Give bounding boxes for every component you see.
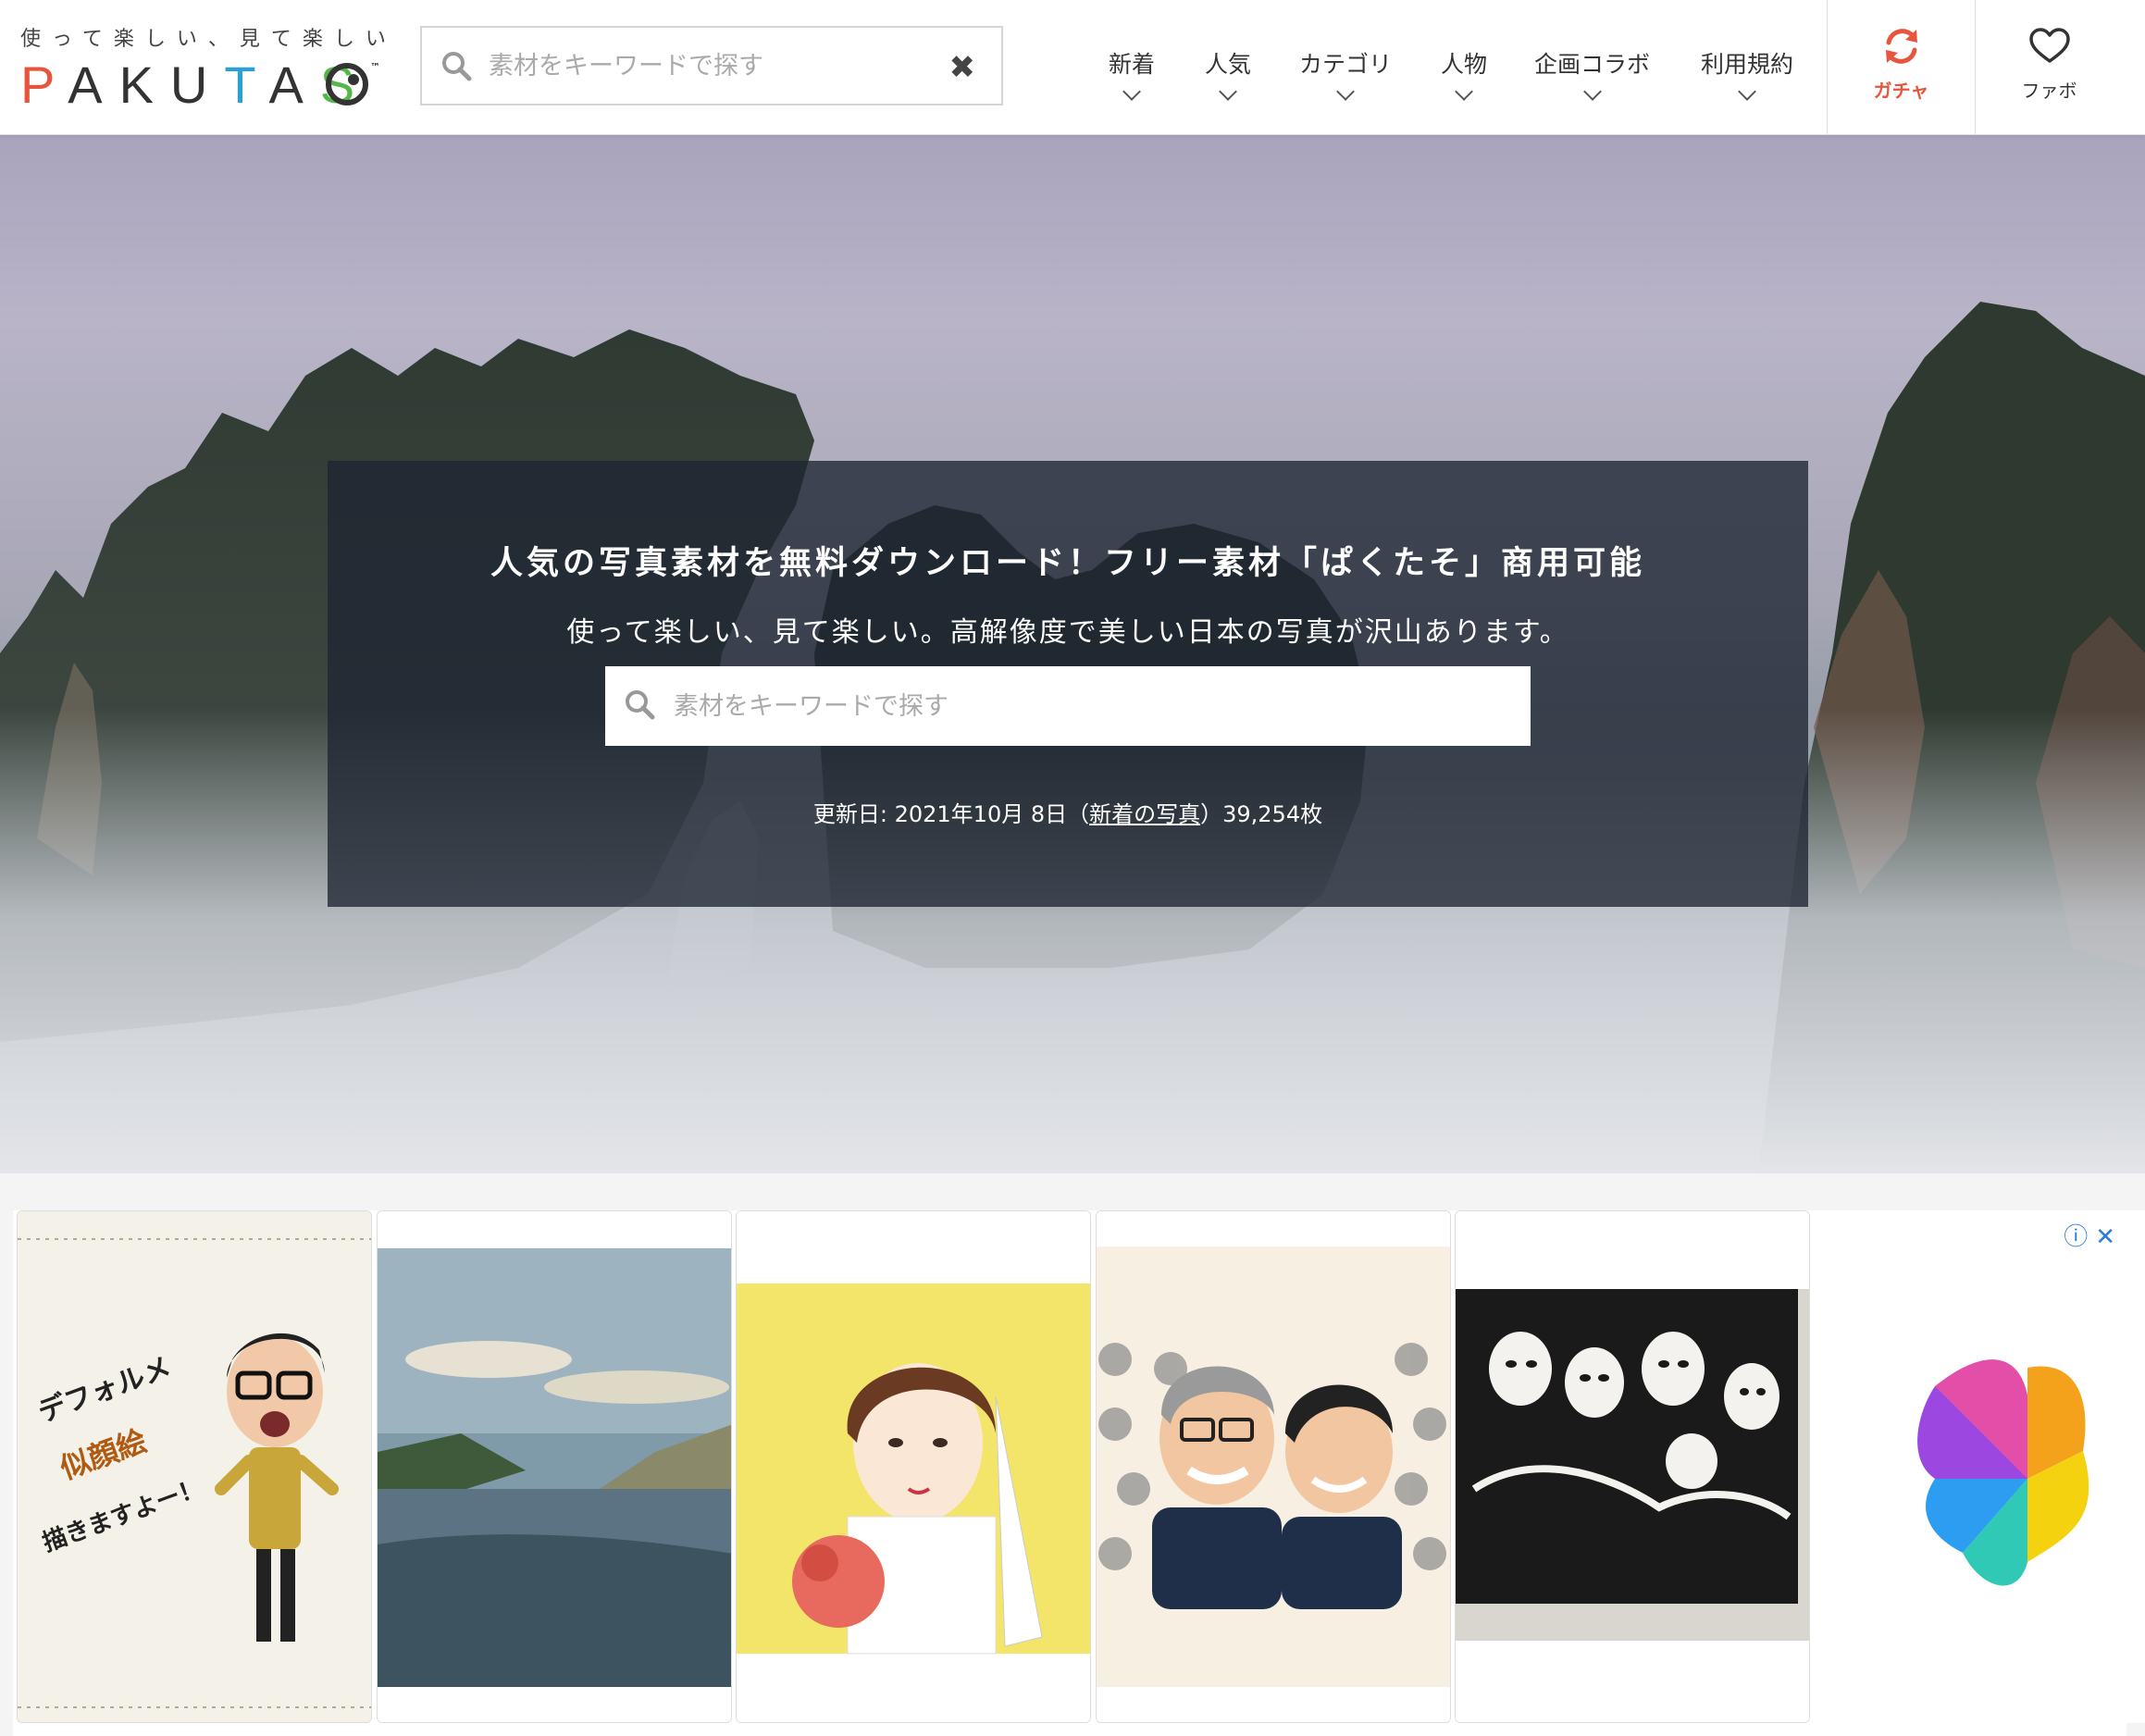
ad-card-couple[interactable] [1096,1210,1451,1723]
ad-info-icon[interactable]: ⓘ [2064,1223,2088,1251]
ad-app-logo [1917,1359,2089,1586]
nav-new[interactable]: 新着 [1109,46,1156,101]
updated-prefix: 更新日: 2021年10月 8日（ [812,801,1090,827]
hero-title: 人気の写真素材を無料ダウンロード！フリー素材「ぱくたそ」商用可能 [490,545,1645,582]
ad-close-icon[interactable]: ✕ [2095,1223,2115,1251]
chevron-down-icon [1122,82,1141,101]
site-logo[interactable]: 使って楽しい、見て楽しい PAKUTAS ™ [20,19,386,114]
nav-popular[interactable]: 人気 [1205,46,1252,101]
chevron-down-icon [1582,82,1602,101]
ad-section: デフォルメ 似顔絵 描きますよー！ ⓘ ✕ [0,1173,2145,1736]
ad-image-couple-caricature [1097,1211,1450,1722]
logo-tagline: 使って楽しい、見て楽しい [20,28,397,51]
trademark-symbol: ™ [370,61,380,73]
gacha-label: ガチャ [1873,80,1929,102]
hero-section: 人気の写真素材を無料ダウンロード！フリー素材「ぱくたそ」商用可能 使って楽しい、… [0,135,2145,1173]
nav-collab[interactable]: 企画コラボ [1534,46,1651,101]
nav-label: 人気 [1205,51,1252,78]
search-icon [440,50,472,85]
photo-count: ）39,254枚 [1200,801,1323,827]
refresh-icon [1879,26,1924,67]
chevron-down-icon [1738,82,1756,101]
clear-search-icon[interactable]: ✖ [949,52,976,83]
nav-category[interactable]: カテゴリ [1299,46,1393,101]
nav-label: 人物 [1441,51,1488,78]
update-info: 更新日: 2021年10月 8日（新着の写真）39,254枚 [328,796,1808,828]
ad-image-bride-illustration [737,1211,1090,1722]
fav-label: ファボ [2021,80,2077,102]
header-search-box: ✖ [420,26,1003,105]
heart-icon [2027,26,2072,67]
favorites-button[interactable]: ファボ [1975,0,2123,135]
chevron-down-icon [1336,82,1355,101]
hero-search-input[interactable] [674,677,1506,735]
ad-image-cutout-art [1456,1211,1809,1722]
chevron-down-icon [1219,82,1237,101]
hero-search-box [605,666,1531,746]
chevron-down-icon [1455,82,1473,101]
ad-card-cutout-art[interactable] [1455,1210,1810,1723]
ad-controls: ⓘ ✕ [2056,1218,2115,1252]
hero-subtitle: 使って楽しい、見て楽しい。高解像度で美しい日本の写真が沢山あります。 [566,616,1569,649]
ad-card-landscape[interactable] [377,1210,732,1723]
nav-label: カテゴリ [1299,51,1393,78]
nav-terms[interactable]: 利用規約 [1701,46,1794,101]
ad-card-app-logo[interactable] [1815,1210,2145,1723]
ad-card-bride[interactable] [736,1210,1091,1723]
logo-circle-mark [326,63,368,105]
search-icon [624,688,655,724]
site-header: 使って楽しい、見て楽しい PAKUTAS ™ ✖ 新着 人気 カテゴリ 人物 企… [0,0,2145,135]
gacha-button[interactable]: ガチャ [1827,0,1975,135]
new-photos-link[interactable]: 新着の写真 [1089,801,1200,827]
ad-image-landscape-painting [378,1211,731,1722]
nav-label: 利用規約 [1701,51,1794,78]
nav-label: 新着 [1109,51,1156,78]
header-search-input[interactable] [489,37,924,94]
logo-wordmark: PAKUTAS [20,56,372,114]
nav-label: 企画コラボ [1534,51,1651,78]
ad-container: デフォルメ 似顔絵 描きますよー！ ⓘ ✕ [13,1210,2145,1736]
nav-people[interactable]: 人物 [1441,46,1488,101]
hero-panel: 人気の写真素材を無料ダウンロード！フリー素材「ぱくたそ」商用可能 使って楽しい、… [328,461,1808,907]
ad-card-caricature[interactable]: デフォルメ 似顔絵 描きますよー！ [17,1210,372,1723]
